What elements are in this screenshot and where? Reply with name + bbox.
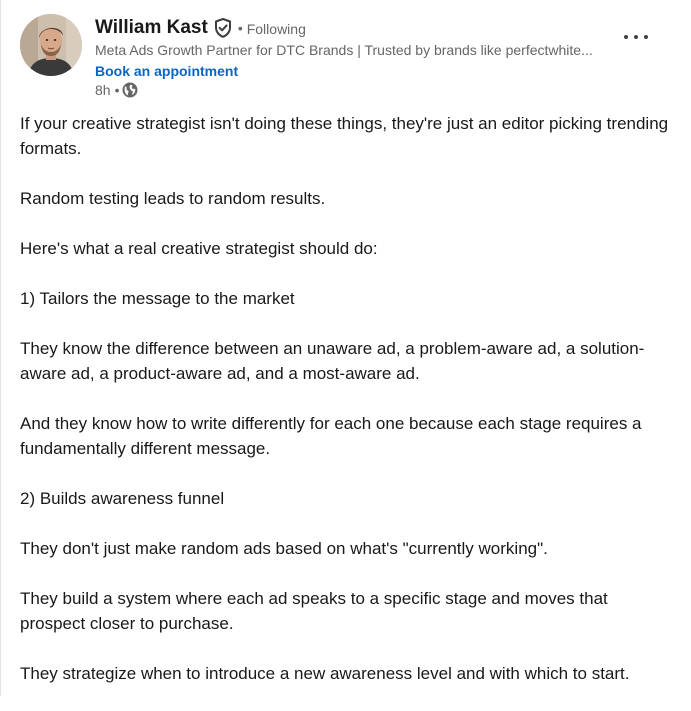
- post-header: William Kast • Following Meta Ads Growth…: [20, 14, 670, 104]
- post-paragraph: Here's what a real creative strategist s…: [20, 239, 378, 258]
- more-horizontal-icon-dot: [634, 35, 638, 39]
- author-name-row: William Kast • Following: [95, 15, 635, 41]
- avatar[interactable]: [20, 14, 82, 76]
- post-paragraph: They don't just make random ads based on…: [20, 539, 548, 558]
- author-info: William Kast • Following Meta Ads Growth…: [95, 14, 635, 99]
- post-paragraph: They build a system where each ad speaks…: [20, 589, 608, 633]
- globe-icon: [122, 82, 138, 98]
- post-meta: 8h •: [95, 81, 635, 99]
- post-paragraph: They know the difference between an unaw…: [20, 339, 645, 383]
- separator-dot: •: [237, 20, 243, 36]
- book-appointment-link[interactable]: Book an appointment: [95, 62, 635, 80]
- post-time: 8h: [95, 82, 111, 98]
- post-paragraph: They strategize when to introduce a new …: [20, 664, 630, 683]
- avatar-photo: [20, 14, 82, 76]
- post-paragraph: And they know how to write differently f…: [20, 414, 642, 458]
- author-name[interactable]: William Kast: [95, 17, 208, 39]
- post-text: If your creative strategist isn't doing …: [20, 111, 672, 711]
- meta-separator: •: [114, 82, 120, 98]
- more-horizontal-icon-dot: [644, 35, 648, 39]
- post-paragraph: Random testing leads to random results.: [20, 189, 326, 208]
- author-headline: Meta Ads Growth Partner for DTC Brands |…: [95, 42, 593, 58]
- more-options-button[interactable]: [624, 27, 648, 47]
- follow-status[interactable]: Following: [247, 21, 306, 37]
- feed-post: William Kast • Following Meta Ads Growth…: [0, 0, 691, 696]
- post-paragraph: 2) Builds awareness funnel: [20, 489, 225, 508]
- more-horizontal-icon-dot: [624, 35, 628, 39]
- shield-check-icon: [214, 18, 232, 38]
- post-paragraph: If your creative strategist isn't doing …: [20, 114, 669, 158]
- post-paragraph: 1) Tailors the message to the market: [20, 289, 295, 308]
